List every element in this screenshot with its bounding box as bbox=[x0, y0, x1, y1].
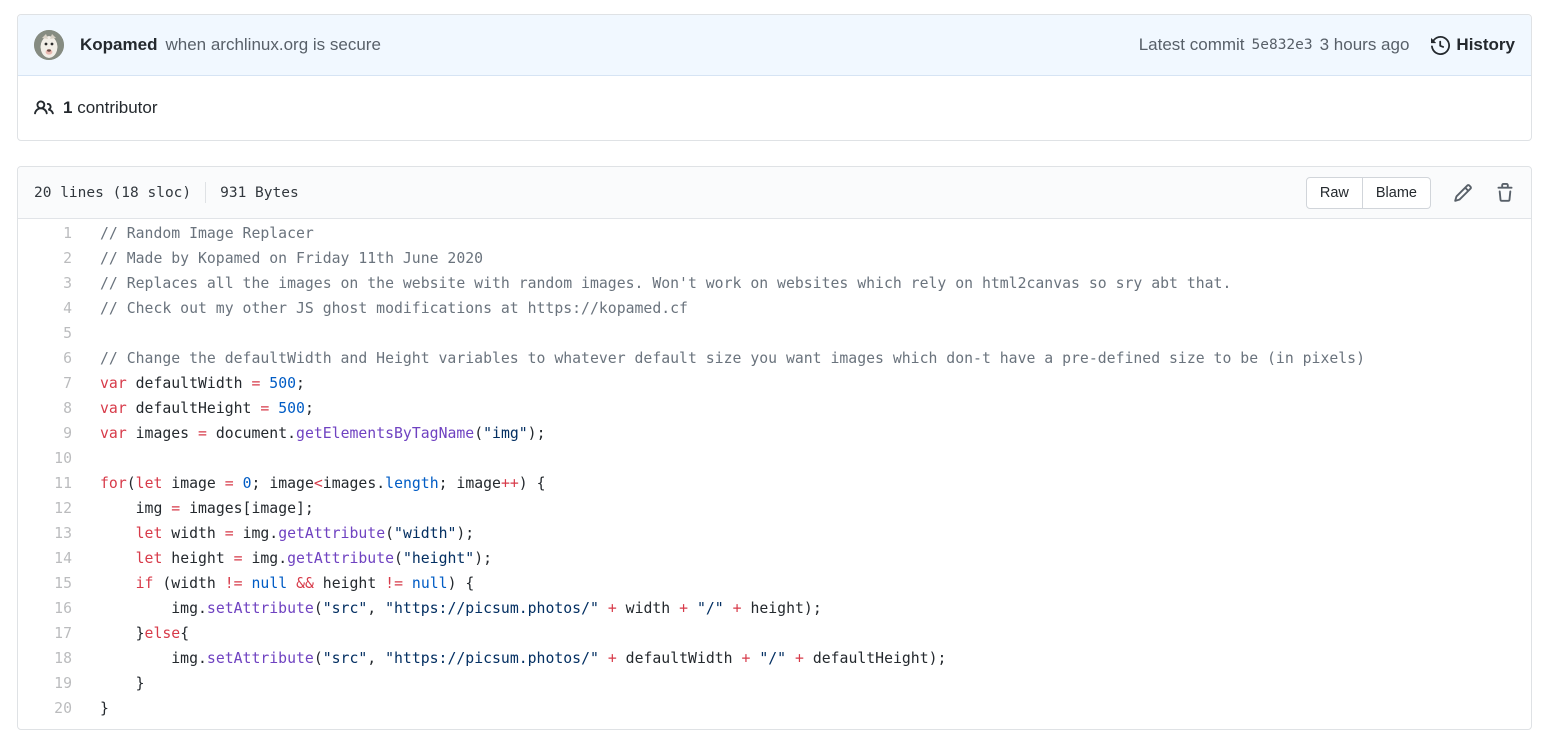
code-text: } bbox=[100, 700, 109, 717]
code-text: // Random Image Replacer bbox=[100, 225, 314, 242]
contributor-count: 1 bbox=[63, 98, 73, 117]
contributors-row: 1 contributor bbox=[18, 76, 1531, 140]
code-text: let height = img.getAttribute("height"); bbox=[135, 550, 493, 567]
code-line: 15 if (width != null && height != null) … bbox=[18, 571, 1531, 596]
file-info: 20 lines (18 sloc) 931 Bytes bbox=[34, 182, 299, 203]
code-line: 19 } bbox=[18, 671, 1531, 696]
file-size-info: 931 Bytes bbox=[220, 184, 299, 201]
edit-file-button[interactable] bbox=[1453, 183, 1473, 203]
code-line: 10 bbox=[18, 446, 1531, 471]
commit-hash[interactable]: 5e832e3 bbox=[1252, 37, 1313, 53]
line-number[interactable]: 2 bbox=[18, 246, 84, 271]
line-number[interactable]: 14 bbox=[18, 546, 84, 571]
code-line: 4 // Check out my other JS ghost modifica… bbox=[18, 296, 1531, 321]
code-text: var defaultWidth = 500; bbox=[100, 375, 305, 392]
line-number[interactable]: 1 bbox=[18, 221, 84, 246]
code-blob: 1 // Random Image Replacer 2 // Made by Kop… bbox=[18, 219, 1531, 729]
line-number[interactable]: 17 bbox=[18, 621, 84, 646]
code-text: }else{ bbox=[100, 625, 190, 642]
file-content-box: 20 lines (18 sloc) 931 Bytes Raw Blame 1… bbox=[17, 166, 1532, 730]
code-line: 17 }else{ bbox=[18, 621, 1531, 646]
contributor-label: contributor bbox=[77, 98, 158, 117]
pencil-icon bbox=[1453, 183, 1473, 203]
file-lines-info: 20 lines (18 sloc) bbox=[34, 184, 192, 201]
line-number[interactable]: 15 bbox=[18, 571, 84, 596]
code-line: 16 img.setAttribute("src", "https://pics… bbox=[18, 596, 1531, 621]
code-text: // Change the defaultWidth and Height va… bbox=[100, 350, 1366, 367]
file-view-page: Kopamed when archlinux.org is secure Lat… bbox=[0, 0, 1549, 744]
file-actions: Raw Blame bbox=[1305, 176, 1515, 209]
line-number[interactable]: 5 bbox=[18, 321, 84, 346]
history-button[interactable]: History bbox=[1431, 35, 1515, 55]
code-text: img.setAttribute("src", "https://picsum.… bbox=[100, 600, 822, 617]
dog-avatar-image bbox=[34, 30, 64, 60]
commit-meta: Latest commit 5e832e3 3 hours ago Histor… bbox=[1139, 35, 1515, 55]
trash-icon bbox=[1495, 182, 1515, 203]
line-number[interactable]: 8 bbox=[18, 396, 84, 421]
line-number[interactable]: 9 bbox=[18, 421, 84, 446]
commit-time: 3 hours ago bbox=[1319, 35, 1410, 54]
code-line: 13 let width = img.getAttribute("width")… bbox=[18, 521, 1531, 546]
history-clock-icon bbox=[1431, 35, 1451, 55]
code-text: // Replaces all the images on the websit… bbox=[100, 275, 1232, 292]
code-text: // Check out my other JS ghost modificat… bbox=[100, 300, 688, 317]
line-number[interactable]: 12 bbox=[18, 496, 84, 521]
code-table: 1 // Random Image Replacer 2 // Made by Kop… bbox=[18, 221, 1531, 721]
history-label: History bbox=[1456, 35, 1515, 54]
code-text: // Made by Kopamed on Friday 11th June 2… bbox=[100, 250, 484, 267]
code-text: for(let image = 0; image<images.length; … bbox=[100, 475, 546, 492]
code-text: img.setAttribute("src", "https://picsum.… bbox=[100, 650, 947, 667]
code-line: 1 // Random Image Replacer bbox=[18, 221, 1531, 246]
line-number[interactable]: 3 bbox=[18, 271, 84, 296]
line-number[interactable]: 11 bbox=[18, 471, 84, 496]
code-text: img = images[image]; bbox=[100, 500, 314, 517]
line-number[interactable]: 7 bbox=[18, 371, 84, 396]
code-line: 7 var defaultWidth = 500; bbox=[18, 371, 1531, 396]
line-number[interactable]: 4 bbox=[18, 296, 84, 321]
line-number[interactable]: 13 bbox=[18, 521, 84, 546]
code-line: 2 // Made by Kopamed on Friday 11th June … bbox=[18, 246, 1531, 271]
latest-commit-header: Kopamed when archlinux.org is secure Lat… bbox=[18, 15, 1531, 76]
line-number[interactable]: 20 bbox=[18, 696, 84, 721]
raw-blame-group: Raw Blame bbox=[1305, 176, 1431, 209]
code-line: 18 img.setAttribute("src", "https://pics… bbox=[18, 646, 1531, 671]
code-text: var images = document.getElementsByTagNa… bbox=[100, 425, 546, 442]
code-line: 14 let height = img.getAttribute("height… bbox=[18, 546, 1531, 571]
code-text bbox=[84, 446, 1531, 471]
line-number[interactable]: 10 bbox=[18, 446, 84, 471]
code-line: 8 var defaultHeight = 500; bbox=[18, 396, 1531, 421]
code-text: if (width != null && height != null) { bbox=[135, 575, 475, 592]
file-header-bar: 20 lines (18 sloc) 931 Bytes Raw Blame bbox=[18, 167, 1531, 219]
blame-button[interactable]: Blame bbox=[1362, 176, 1431, 209]
code-text: var defaultHeight = 500; bbox=[100, 400, 314, 417]
delete-file-button[interactable] bbox=[1495, 182, 1515, 203]
commit-message[interactable]: when archlinux.org is secure bbox=[165, 35, 380, 55]
code-text bbox=[84, 321, 1531, 346]
code-line: 6 // Change the defaultWidth and Height v… bbox=[18, 346, 1531, 371]
commit-summary-box: Kopamed when archlinux.org is secure Lat… bbox=[17, 14, 1532, 141]
commit-author-link[interactable]: Kopamed bbox=[80, 35, 157, 55]
code-text: let width = img.getAttribute("width"); bbox=[135, 525, 475, 542]
code-text: } bbox=[100, 675, 145, 692]
code-line: 3 // Replaces all the images on the websi… bbox=[18, 271, 1531, 296]
code-line: 9 var images = document.getElementsByTagN… bbox=[18, 421, 1531, 446]
people-icon bbox=[34, 98, 54, 118]
file-info-divider bbox=[205, 182, 207, 203]
code-line: 5 bbox=[18, 321, 1531, 346]
line-number[interactable]: 19 bbox=[18, 671, 84, 696]
author-avatar[interactable] bbox=[34, 30, 64, 60]
line-number[interactable]: 6 bbox=[18, 346, 84, 371]
code-line: 11 for(let image = 0; image<images.length… bbox=[18, 471, 1531, 496]
latest-commit-label: Latest commit bbox=[1138, 35, 1245, 54]
code-line: 20} bbox=[18, 696, 1531, 721]
raw-button[interactable]: Raw bbox=[1305, 176, 1363, 209]
line-number[interactable]: 18 bbox=[18, 646, 84, 671]
line-number[interactable]: 16 bbox=[18, 596, 84, 621]
code-line: 12 img = images[image]; bbox=[18, 496, 1531, 521]
